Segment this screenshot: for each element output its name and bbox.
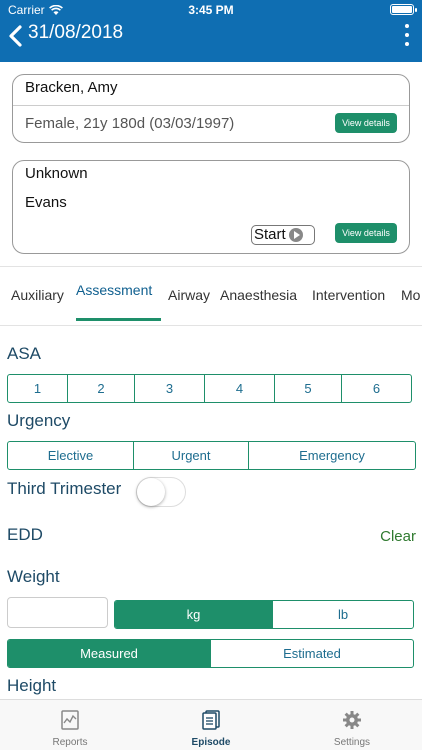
urgency-option-elective[interactable]: Elective <box>8 442 134 469</box>
tab-airway[interactable]: Airway <box>168 287 210 303</box>
patient-card: Bracken, Amy Female, 21y 180d (03/03/199… <box>12 74 410 143</box>
weight-method-control: Measured Estimated <box>7 639 414 668</box>
back-chevron-icon[interactable] <box>6 24 26 48</box>
tab-anaesthesia[interactable]: Anaesthesia <box>220 287 297 303</box>
weight-label: Weight <box>7 567 60 586</box>
staff-card: Unknown Evans Start View details <box>12 160 410 254</box>
bottom-tab-episode-label: Episode <box>191 737 231 748</box>
weight-method-estimated[interactable]: Estimated <box>211 640 413 667</box>
start-label: Start <box>254 226 286 243</box>
episode-icon <box>202 710 220 730</box>
bottom-tab-bar: Reports Episode Settings <box>0 699 422 750</box>
toggle-knob <box>137 478 165 506</box>
status-time: 3:45 PM <box>188 3 234 17</box>
weight-input[interactable] <box>7 597 108 628</box>
third-trimester-toggle[interactable] <box>136 477 186 507</box>
asa-segmented-control: 1 2 3 4 5 6 <box>7 374 412 403</box>
reports-icon <box>61 710 79 730</box>
patient-name: Bracken, Amy <box>25 79 118 96</box>
bottom-tab-settings[interactable]: Settings <box>282 700 422 750</box>
nav-bar: 31/08/2018 <box>0 20 422 62</box>
urgency-option-urgent[interactable]: Urgent <box>134 442 249 469</box>
battery-icon <box>390 4 417 15</box>
asa-option-4[interactable]: 4 <box>205 375 275 402</box>
staff-line-1: Unknown <box>25 165 88 182</box>
section-tabs: Auxiliary Assessment Airway Anaesthesia … <box>0 266 422 326</box>
edd-clear-button[interactable]: Clear <box>380 528 416 545</box>
page-title: 31/08/2018 <box>28 22 124 43</box>
urgency-segmented-control: Elective Urgent Emergency <box>7 441 416 470</box>
edd-label: EDD <box>7 525 43 544</box>
tab-auxiliary[interactable]: Auxiliary <box>11 287 64 303</box>
third-trimester-label: Third Trimester <box>7 479 122 498</box>
weight-method-measured[interactable]: Measured <box>8 640 211 667</box>
active-tab-indicator <box>76 318 161 321</box>
asa-label: ASA <box>7 344 42 363</box>
bottom-tab-reports[interactable]: Reports <box>0 700 140 750</box>
asa-option-3[interactable]: 3 <box>135 375 205 402</box>
asa-option-6[interactable]: 6 <box>342 375 411 402</box>
asa-option-5[interactable]: 5 <box>275 375 342 402</box>
weight-unit-kg[interactable]: kg <box>115 601 273 628</box>
staff-view-details-button[interactable]: View details <box>335 223 397 243</box>
tab-assessment[interactable]: Assessment <box>76 282 152 298</box>
bottom-tab-episode[interactable]: Episode <box>141 700 281 750</box>
play-icon <box>288 228 303 242</box>
tab-intervention[interactable]: Intervention <box>312 287 385 303</box>
urgency-label: Urgency <box>7 411 71 430</box>
start-button[interactable]: Start <box>251 225 315 245</box>
settings-icon <box>343 711 361 729</box>
card-divider <box>13 105 409 106</box>
patient-details: Female, 21y 180d (03/03/1997) <box>25 115 235 132</box>
asa-option-2[interactable]: 2 <box>68 375 135 402</box>
patient-view-details-button[interactable]: View details <box>335 113 397 133</box>
weight-unit-lb[interactable]: lb <box>273 601 413 628</box>
staff-line-2: Evans <box>25 194 67 211</box>
bottom-tab-reports-label: Reports <box>52 737 88 748</box>
tab-more[interactable]: Mo <box>401 287 420 303</box>
asa-option-1[interactable]: 1 <box>8 375 68 402</box>
urgency-option-emergency[interactable]: Emergency <box>249 442 415 469</box>
bottom-tab-settings-label: Settings <box>333 737 371 748</box>
height-label: Height <box>7 676 57 695</box>
status-bar: Carrier 3:45 PM <box>0 0 422 20</box>
more-vertical-icon[interactable] <box>402 24 412 46</box>
app-header: Carrier 3:45 PM 31/08/2018 <box>0 0 422 62</box>
weight-unit-control: kg lb <box>114 600 414 629</box>
